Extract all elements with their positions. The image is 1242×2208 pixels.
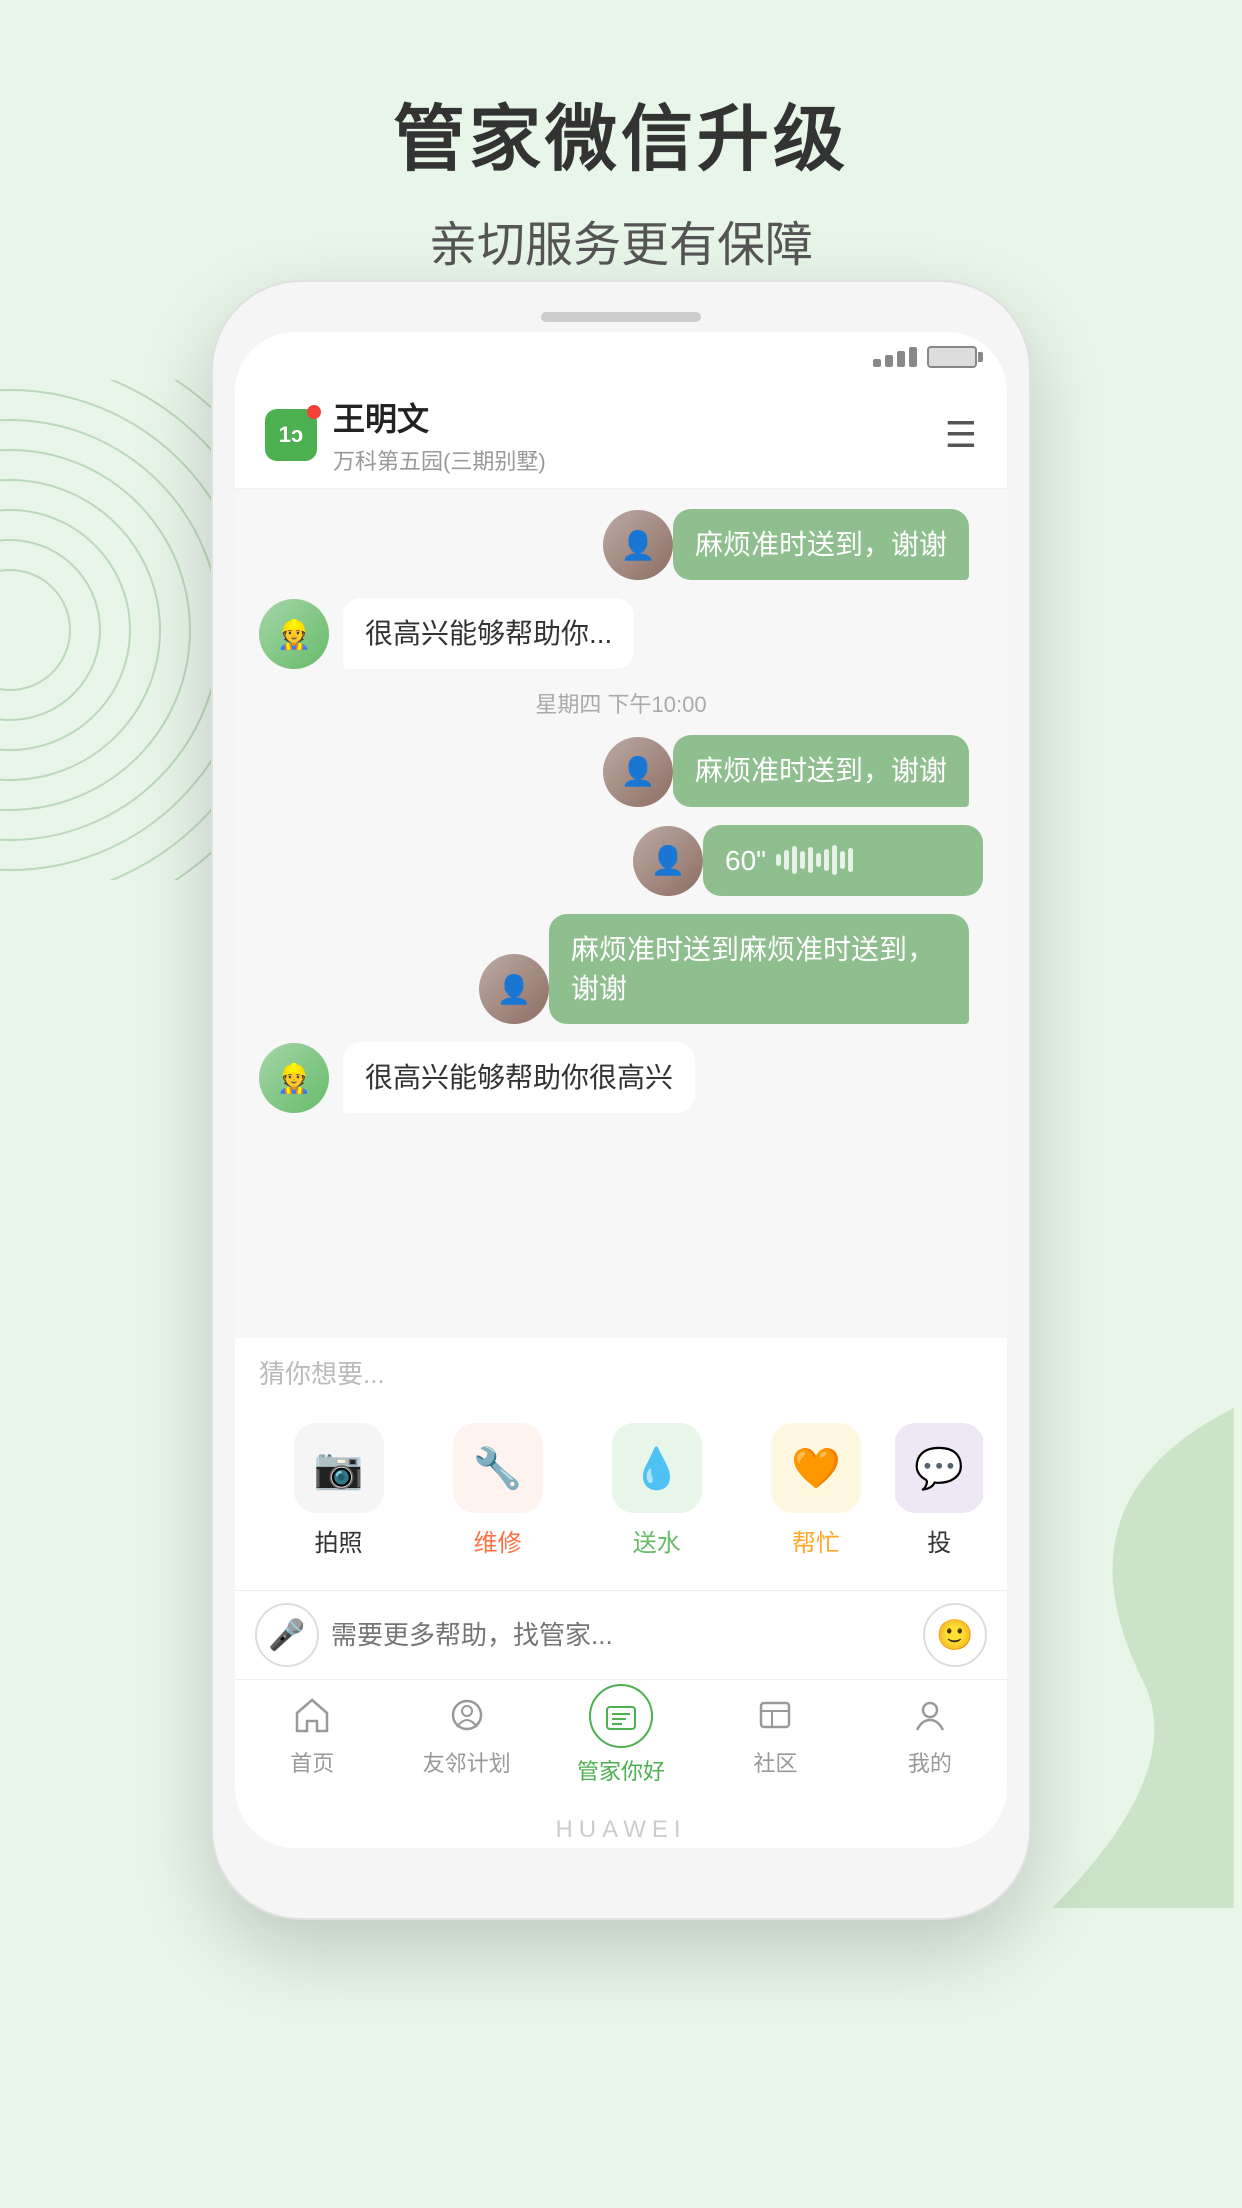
contact-sub: 万科第五园(三期别墅) [333, 444, 945, 476]
nav-item-community[interactable]: 社区 [698, 1690, 852, 1786]
avatar-me-4: 👤 [479, 954, 549, 1024]
signal-bar-1 [873, 359, 881, 367]
quick-panel: 猜你想要... 📷 拍照 🔧 维修 [235, 1338, 1007, 1590]
notification-dot [307, 405, 321, 419]
action-repair[interactable]: 🔧 维修 [418, 1407, 577, 1574]
quick-hint: 猜你想要... [259, 1354, 983, 1391]
avatar-user-1: 👷 [259, 599, 329, 669]
avatar-me-2: 👤 [603, 737, 673, 807]
action-help-label: 帮忙 [792, 1523, 840, 1558]
nav-item-home[interactable]: 首页 [235, 1690, 389, 1786]
phone-screen: 1ↄ 王明文 万科第五园(三期别墅) ☰ 麻烦准时送到，谢谢 👤 [235, 332, 1007, 1848]
repair-icon: 🔧 [453, 1423, 543, 1513]
main-title: 管家微信升级 [0, 80, 1242, 185]
message-input[interactable] [331, 1603, 911, 1667]
input-bar: 🎤 🙂 [235, 1590, 1007, 1679]
signal-bars [873, 347, 917, 367]
nav-item-neighborhood[interactable]: 友邻计划 [389, 1690, 543, 1786]
huawei-brand: HUAWEI [235, 1806, 1007, 1848]
battery-icon [927, 346, 977, 368]
contact-name: 王明文 [333, 394, 945, 440]
nav-community-label: 社区 [753, 1746, 797, 1778]
bubble-received-2: 很高兴能够帮助你很高兴 [343, 1042, 695, 1113]
bubble-sent-1: 麻烦准时送到，谢谢 [673, 509, 969, 580]
nav-neighborhood-label: 友邻计划 [423, 1746, 511, 1778]
message-sent-2: 麻烦准时送到，谢谢 👤 [259, 735, 983, 806]
chat-body[interactable]: 麻烦准时送到，谢谢 👤 👷 很高兴能够帮助你... 星期四 [235, 489, 1007, 1338]
action-help[interactable]: 🧡 帮忙 [736, 1407, 895, 1574]
nav-profile-label: 我的 [908, 1746, 952, 1778]
help-icon: 🧡 [771, 1423, 861, 1513]
action-photo-label: 拍照 [315, 1523, 363, 1558]
complaint-icon: 💬 [895, 1423, 983, 1513]
community-icon [750, 1690, 800, 1740]
phone-notch-bar [235, 312, 1007, 322]
phone-outer: 1ↄ 王明文 万科第五园(三期别墅) ☰ 麻烦准时送到，谢谢 👤 [211, 280, 1031, 1920]
contact-info: 王明文 万科第五园(三期别墅) [333, 394, 945, 476]
phone-notch [541, 312, 701, 322]
avatar-user-2: 👷 [259, 1043, 329, 1113]
bubble-received-1: 很高兴能够帮助你... [343, 598, 634, 669]
avatar-me-1: 👤 [603, 510, 673, 580]
nav-item-butler[interactable]: 管家你好 [544, 1690, 698, 1786]
app-logo: 1ↄ [265, 409, 317, 461]
message-received-1: 👷 很高兴能够帮助你... [259, 598, 983, 669]
message-sent-1: 麻烦准时送到，谢谢 👤 [259, 509, 983, 580]
butler-icon [589, 1684, 653, 1748]
action-photo[interactable]: 📷 拍照 [259, 1407, 418, 1574]
bottom-nav: 首页 友邻计划 [235, 1679, 1007, 1806]
action-repair-label: 维修 [474, 1523, 522, 1558]
quick-actions: 📷 拍照 🔧 维修 💧 [259, 1407, 983, 1574]
emoji-button[interactable]: 🙂 [923, 1603, 987, 1667]
water-icon: 💧 [612, 1423, 702, 1513]
status-bar [235, 332, 1007, 382]
logo-text: 1ↄ [279, 422, 303, 448]
nav-home-label: 首页 [290, 1746, 334, 1778]
profile-icon [905, 1690, 955, 1740]
signal-bar-3 [897, 351, 905, 367]
phone-mockup: 1ↄ 王明文 万科第五园(三期别墅) ☰ 麻烦准时送到，谢谢 👤 [211, 280, 1031, 1920]
nav-item-profile[interactable]: 我的 [853, 1690, 1007, 1786]
nav-butler-label: 管家你好 [577, 1754, 665, 1786]
photo-icon: 📷 [294, 1423, 384, 1513]
mic-button[interactable]: 🎤 [255, 1603, 319, 1667]
message-voice-sent: 60" [259, 825, 983, 896]
action-water-label: 送水 [633, 1523, 681, 1558]
action-water[interactable]: 💧 送水 [577, 1407, 736, 1574]
signal-bar-2 [885, 355, 893, 367]
avatar-me-3: 👤 [633, 826, 703, 896]
action-complaint[interactable]: 💬 投 [895, 1407, 983, 1574]
action-complaint-label: 投 [927, 1523, 951, 1558]
voice-duration: 60" [725, 841, 766, 880]
message-sent-3: 麻烦准时送到麻烦准时送到，谢谢 👤 [259, 914, 983, 1024]
menu-button[interactable]: ☰ [945, 414, 977, 456]
sub-title: 亲切服务更有保障 [0, 205, 1242, 275]
signal-bar-4 [909, 347, 917, 367]
header-section: 管家微信升级 亲切服务更有保障 [0, 0, 1242, 275]
bubble-sent-2: 麻烦准时送到，谢谢 [673, 735, 969, 806]
neighborhood-icon [442, 1690, 492, 1740]
bubble-sent-3: 麻烦准时送到麻烦准时送到，谢谢 [549, 914, 969, 1024]
chat-header: 1ↄ 王明文 万科第五园(三期别墅) ☰ [235, 382, 1007, 489]
bubble-voice[interactable]: 60" [703, 825, 983, 896]
message-received-2: 👷 很高兴能够帮助你很高兴 [259, 1042, 983, 1113]
voice-waves [776, 845, 853, 875]
home-icon [287, 1690, 337, 1740]
time-separator: 星期四 下午10:00 [259, 687, 983, 719]
